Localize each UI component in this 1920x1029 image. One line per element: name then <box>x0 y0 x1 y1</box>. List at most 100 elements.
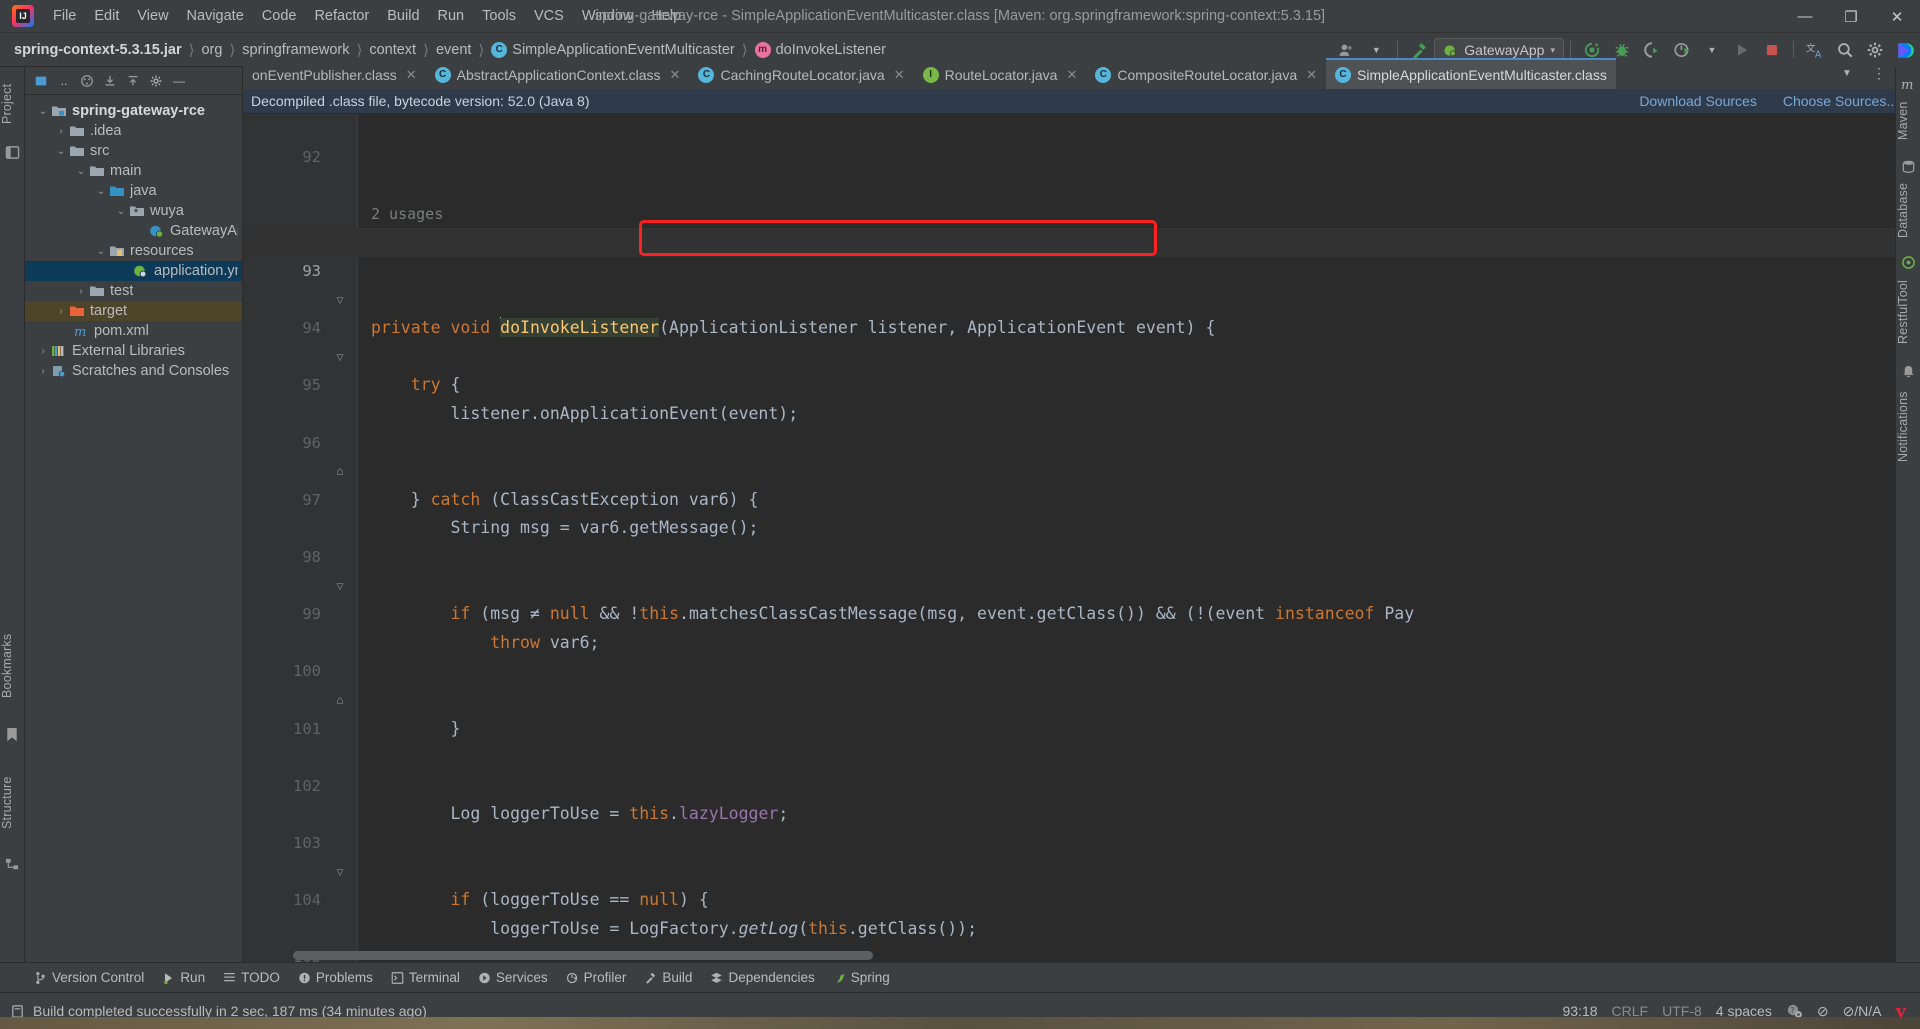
close-icon[interactable]: ✕ <box>670 67 681 83</box>
tool-window-notifications[interactable]: Notifications <box>1896 381 1920 473</box>
chevron-down-icon[interactable]: ⌄ <box>35 106 51 117</box>
menu-build[interactable]: Build <box>378 3 428 29</box>
collapse-all-icon[interactable] <box>123 71 143 91</box>
editor-tab-AbstractApplicationContext[interactable]: C AbstractApplicationContext.class ✕ <box>425 58 690 89</box>
code-line-102[interactable]: 102 Log loggerToUse = this.lazyLogger; <box>243 743 1920 824</box>
bottom-tool-run[interactable]: Run <box>154 967 213 988</box>
gear-icon[interactable] <box>146 71 166 91</box>
menu-edit[interactable]: Edit <box>85 3 128 29</box>
chevron-right-icon[interactable]: › <box>35 346 51 357</box>
breadcrumb-org[interactable]: org <box>201 42 222 58</box>
tree-item-application-yml[interactable]: application.yml <box>25 261 242 281</box>
restful-tool-icon[interactable] <box>1901 255 1916 270</box>
bottom-tool-dependencies[interactable]: Dependencies <box>702 967 822 988</box>
breadcrumb-context[interactable]: context <box>369 42 416 58</box>
hide-panel-icon[interactable]: — <box>169 71 189 91</box>
tree-item-main[interactable]: ⌄ main <box>25 161 242 181</box>
database-tool-icon[interactable] <box>1901 159 1916 174</box>
tree-item-idea[interactable]: › .idea <box>25 121 242 141</box>
chevron-down-icon[interactable]: ⌄ <box>53 146 69 157</box>
menu-help[interactable]: Help <box>642 3 690 29</box>
chevron-right-icon[interactable]: › <box>73 286 89 297</box>
choose-sources-link[interactable]: Choose Sources... <box>1783 93 1898 109</box>
structure-icon[interactable] <box>5 857 20 872</box>
close-icon[interactable]: ✕ <box>1306 67 1317 83</box>
tool-window-database[interactable]: Database <box>1896 177 1920 243</box>
tool-window-bookmarks[interactable]: Bookmarks <box>0 627 25 705</box>
tool-window-structure[interactable]: Structure <box>0 767 25 839</box>
tree-item-pom-xml[interactable]: m pom.xml <box>25 321 242 341</box>
breadcrumb-event[interactable]: event <box>436 42 471 58</box>
bottom-tool-problems[interactable]: Problems <box>290 967 381 988</box>
menu-code[interactable]: Code <box>253 3 306 29</box>
tree-item-test[interactable]: › test <box>25 281 242 301</box>
chevron-down-icon[interactable]: ⌄ <box>93 186 109 197</box>
bottom-tool-services[interactable]: Services <box>470 967 556 988</box>
code-line-92[interactable]: 92 <box>243 114 1920 166</box>
menu-tools[interactable]: Tools <box>473 3 525 29</box>
tree-item-target[interactable]: › target <box>25 301 242 321</box>
editor-tab-RouteLocator[interactable]: I RouteLocator.java ✕ <box>913 58 1087 89</box>
bottom-tool-spring[interactable]: Spring <box>825 967 898 988</box>
code-line-98[interactable]: 98 ▽ if (msg ≠ null && !this.matchesClas… <box>243 514 1920 623</box>
tree-item-src[interactable]: ⌄ src <box>25 141 242 161</box>
editor-tab-onEventPublisher[interactable]: onEventPublisher.class ✕ <box>243 58 426 89</box>
close-icon[interactable]: ✕ <box>894 67 905 83</box>
code-line-94[interactable]: 94 ▽ try { <box>243 286 1920 394</box>
tree-item-wuya[interactable]: ⌄ wuya <box>25 201 242 221</box>
tool-window-project[interactable]: Project <box>0 75 25 133</box>
menu-run[interactable]: Run <box>429 3 474 29</box>
code-editor[interactable]: 92 2 usages 93 ▽ private void doInvokeLi… <box>243 114 1920 962</box>
code-content[interactable]: 92 2 usages 93 ▽ private void doInvokeLi… <box>243 114 1920 962</box>
menu-view[interactable]: View <box>128 3 177 29</box>
tool-window-restfultool[interactable]: RestfulTool <box>1896 273 1920 351</box>
chevron-right-icon[interactable]: › <box>35 366 51 377</box>
chevron-down-icon[interactable]: ⌄ <box>93 246 109 257</box>
structure-toggle-icon[interactable] <box>5 145 20 160</box>
close-icon[interactable]: ✕ <box>1066 67 1077 83</box>
code-line-99[interactable]: 99 throw var6; <box>243 572 1920 652</box>
code-line-95[interactable]: 95 listener.onApplicationEvent(event); <box>243 343 1920 423</box>
menu-vcs[interactable]: VCS <box>525 3 573 29</box>
download-sources-link[interactable]: Download Sources <box>1639 93 1757 109</box>
tree-item-spring-gateway-rce[interactable]: ⌄ spring-gateway-rce <box>25 101 242 121</box>
code-inlay-usages[interactable]: 2 usages <box>243 171 1920 223</box>
tree-item-resources[interactable]: ⌄ resources <box>25 241 242 261</box>
editor-tab-CachingRouteLocator[interactable]: C CachingRouteLocator.java ✕ <box>689 58 914 89</box>
close-button[interactable]: ✕ <box>1874 0 1920 33</box>
expand-all-icon[interactable] <box>100 71 120 91</box>
editor-horizontal-scrollbar[interactable] <box>293 951 873 960</box>
breadcrumb-method[interactable]: m doInvokeListener <box>754 41 886 58</box>
code-line-103[interactable]: 103 ▽ if (loggerToUse == null) { <box>243 800 1920 909</box>
chevron-right-icon[interactable]: › <box>53 126 69 137</box>
more-options-icon[interactable]: .. <box>54 71 74 91</box>
tree-item-gatewayapp[interactable]: GatewayApp <box>25 221 242 241</box>
usages-hint-label[interactable]: 2 usages <box>371 200 443 229</box>
maximize-button[interactable]: ❐ <box>1828 0 1874 33</box>
bottom-tool-version-control[interactable]: Version Control <box>26 967 152 988</box>
close-icon[interactable]: ✕ <box>406 67 417 83</box>
select-opened-file-icon[interactable] <box>31 71 51 91</box>
breadcrumb-jar[interactable]: spring-context-5.3.15.jar <box>14 42 182 58</box>
code-line-96[interactable]: 96 ⌂ } catch (ClassCastException var6) { <box>243 400 1920 509</box>
code-line-101[interactable]: 101 <box>243 686 1920 738</box>
menu-refactor[interactable]: Refactor <box>305 3 378 29</box>
bottom-tool-todo[interactable]: TODO <box>215 967 288 988</box>
bottom-tool-profiler[interactable]: Profiler <box>558 967 635 988</box>
tree-item-java[interactable]: ⌄ java <box>25 181 242 201</box>
more-tabs-icon[interactable]: ⋮ <box>1864 59 1894 89</box>
chevron-right-icon[interactable]: › <box>53 306 69 317</box>
code-line-105[interactable]: 105 this.lazyLogger = loggerToUse; <box>243 915 1920 962</box>
bottom-tool-build[interactable]: Build <box>636 967 700 988</box>
minimize-button[interactable]: — <box>1782 0 1828 33</box>
chevron-down-icon[interactable]: ⌄ <box>73 166 89 177</box>
autoscroll-icon[interactable] <box>77 71 97 91</box>
bookmark-icon[interactable] <box>5 727 20 742</box>
chevron-down-icon[interactable]: ⌄ <box>113 206 129 217</box>
bottom-tool-terminal[interactable]: Terminal <box>383 967 468 988</box>
breadcrumb-class[interactable]: C SimpleApplicationEventMulticaster <box>491 41 735 58</box>
breadcrumb-springframework[interactable]: springframework <box>242 42 349 58</box>
menu-navigate[interactable]: Navigate <box>178 3 253 29</box>
tree-item-scratches-and-consoles[interactable]: › Scratches and Consoles <box>25 361 242 381</box>
tool-window-maven[interactable]: Maven <box>1896 95 1920 147</box>
